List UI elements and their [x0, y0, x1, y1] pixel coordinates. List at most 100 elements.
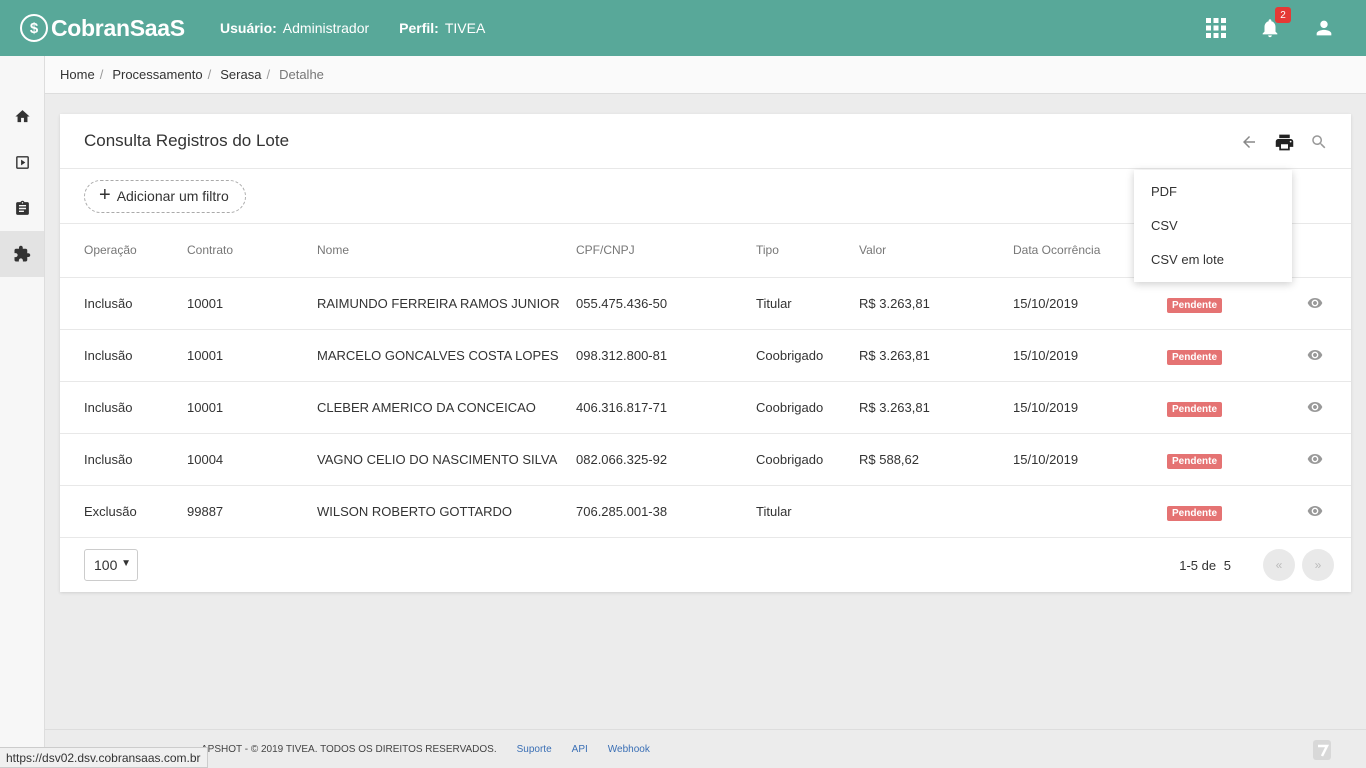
- cell-valor: [859, 485, 1013, 538]
- view-eye-icon[interactable]: [1307, 347, 1351, 363]
- notifications-bell-icon[interactable]: 2: [1258, 7, 1291, 40]
- cell-cpf: 055.475.436-50: [576, 277, 756, 330]
- sidebar-item-processing[interactable]: [0, 139, 44, 185]
- cell-cpf: 706.285.001-38: [576, 485, 756, 538]
- cell-data: 15/10/2019: [1013, 329, 1167, 382]
- cell-nome: WILSON ROBERTO GOTTARDO: [317, 485, 576, 538]
- cell-cpf: 082.066.325-92: [576, 433, 756, 486]
- user-account-icon[interactable]: [1312, 16, 1336, 40]
- footer-logo-icon: [1312, 739, 1332, 761]
- view-eye-icon[interactable]: [1307, 399, 1351, 415]
- puzzle-icon: [14, 245, 31, 262]
- col-header-valor[interactable]: Valor: [859, 224, 1013, 278]
- apps-grid-icon[interactable]: [1204, 16, 1228, 40]
- status-badge: Pendente: [1167, 453, 1223, 469]
- pagination-range: 1-5: [1179, 557, 1199, 573]
- col-header-tipo[interactable]: Tipo: [756, 224, 859, 278]
- cell-contrato: 99887: [187, 485, 317, 538]
- table-row: Inclusão 10001 RAIMUNDO FERREIRA RAMOS J…: [60, 277, 1351, 330]
- next-page-button[interactable]: »: [1302, 548, 1334, 581]
- print-icon[interactable]: [1272, 130, 1296, 154]
- cell-contrato: 10004: [187, 433, 317, 486]
- cell-operacao: Inclusão: [60, 381, 187, 434]
- pagination-info: 1-5 de 5: [1179, 558, 1231, 573]
- table-row: Inclusão 10004 VAGNO CELIO DO NASCIMENTO…: [60, 433, 1351, 486]
- menu-item-csv-lote[interactable]: CSV em lote: [1134, 242, 1292, 276]
- col-header-contrato[interactable]: Contrato: [187, 224, 317, 278]
- cell-data: [1013, 485, 1167, 538]
- cell-cpf: 098.312.800-81: [576, 329, 756, 382]
- breadcrumb-detalhe: Detalhe: [279, 67, 324, 82]
- cell-operacao: Inclusão: [60, 277, 187, 330]
- cell-tipo: Coobrigado: [756, 381, 859, 434]
- logo-coin-icon: $: [20, 14, 48, 42]
- cell-contrato: 10001: [187, 277, 317, 330]
- cell-nome: VAGNO CELIO DO NASCIMENTO SILVA: [317, 433, 576, 486]
- col-header-operacao[interactable]: Operação: [60, 224, 187, 278]
- cell-valor: R$ 3.263,81: [859, 277, 1013, 330]
- status-badge: Pendente: [1167, 297, 1223, 313]
- breadcrumb-home[interactable]: Home: [60, 67, 95, 82]
- copyright-text: APSHOT - © 2019 TIVEA. TODOS OS DIREITOS…: [201, 743, 497, 755]
- footer-link-api[interactable]: API: [572, 744, 588, 755]
- browser-status-url: https://dsv02.dsv.cobransaas.com.br: [0, 747, 208, 768]
- view-eye-icon[interactable]: [1307, 295, 1351, 311]
- footer-link-suporte[interactable]: Suporte: [517, 744, 552, 755]
- table-row: Inclusão 10001 MARCELO GONCALVES COSTA L…: [60, 329, 1351, 382]
- cell-tipo: Coobrigado: [756, 329, 859, 382]
- back-arrow-icon[interactable]: [1237, 130, 1261, 154]
- cell-valor: R$ 3.263,81: [859, 329, 1013, 382]
- menu-item-csv[interactable]: CSV: [1134, 208, 1292, 242]
- sidebar-item-home[interactable]: [0, 93, 44, 139]
- footer-link-webhook[interactable]: Webhook: [608, 744, 650, 755]
- user-info: Usuário: Administrador Perfil: TIVEA: [220, 20, 515, 36]
- view-eye-icon[interactable]: [1307, 451, 1351, 467]
- col-header-nome[interactable]: Nome: [317, 224, 576, 278]
- notification-badge: 2: [1275, 7, 1291, 23]
- cell-nome: CLEBER AMERICO DA CONCEICAO: [317, 381, 576, 434]
- view-eye-icon[interactable]: [1307, 503, 1351, 519]
- profile-label: Perfil:: [399, 20, 439, 36]
- user-value: Administrador: [282, 20, 370, 36]
- page-size-select[interactable]: 100 ▼: [84, 548, 138, 581]
- cell-tipo: Titular: [756, 277, 859, 330]
- pagination-of: de: [1201, 557, 1217, 573]
- sidebar: [0, 56, 45, 768]
- app-logo[interactable]: $ CobranSaaS: [20, 14, 200, 42]
- cell-cpf: 406.316.817-71: [576, 381, 756, 434]
- cell-operacao: Inclusão: [60, 433, 187, 486]
- cell-valor: R$ 3.263,81: [859, 381, 1013, 434]
- breadcrumb-processamento[interactable]: Processamento: [112, 67, 202, 82]
- cell-tipo: Coobrigado: [756, 433, 859, 486]
- sidebar-item-clipboard[interactable]: [0, 185, 44, 231]
- status-badge: Pendente: [1167, 401, 1223, 417]
- cell-valor: R$ 588,62: [859, 433, 1013, 486]
- clipboard-icon: [15, 200, 29, 215]
- table-row: Exclusão 99887 WILSON ROBERTO GOTTARDO 7…: [60, 485, 1351, 538]
- breadcrumb-serasa[interactable]: Serasa: [220, 67, 261, 82]
- play-box-icon: [15, 155, 29, 169]
- caret-down-icon: ▼: [121, 557, 131, 569]
- page-footer: APSHOT - © 2019 TIVEA. TODOS OS DIREITOS…: [45, 729, 1366, 768]
- add-filter-button[interactable]: + Adicionar um filtro: [84, 179, 246, 213]
- cell-operacao: Exclusão: [60, 485, 187, 538]
- cell-nome: RAIMUNDO FERREIRA RAMOS JUNIOR: [317, 277, 576, 330]
- add-filter-label: Adicionar um filtro: [116, 188, 229, 204]
- cell-contrato: 10001: [187, 329, 317, 382]
- status-badge: Pendente: [1167, 505, 1223, 521]
- prev-page-button[interactable]: «: [1263, 548, 1295, 581]
- breadcrumb: Home / Processamento / Serasa / Detalhe: [45, 56, 1366, 94]
- logo-text: CobranSaaS: [51, 14, 185, 41]
- user-label: Usuário:: [220, 20, 277, 36]
- cell-data: 15/10/2019: [1013, 433, 1167, 486]
- pagination-total: 5: [1223, 557, 1231, 573]
- col-header-cpf[interactable]: CPF/CNPJ: [576, 224, 756, 278]
- table-row: Inclusão 10001 CLEBER AMERICO DA CONCEIC…: [60, 381, 1351, 434]
- profile-value: TIVEA: [444, 20, 486, 36]
- cell-contrato: 10001: [187, 381, 317, 434]
- search-icon[interactable]: [1307, 130, 1331, 154]
- page-size-value: 100: [94, 556, 118, 573]
- sidebar-item-extensions[interactable]: [0, 231, 44, 277]
- menu-item-pdf[interactable]: PDF: [1134, 174, 1292, 208]
- home-icon: [14, 109, 30, 122]
